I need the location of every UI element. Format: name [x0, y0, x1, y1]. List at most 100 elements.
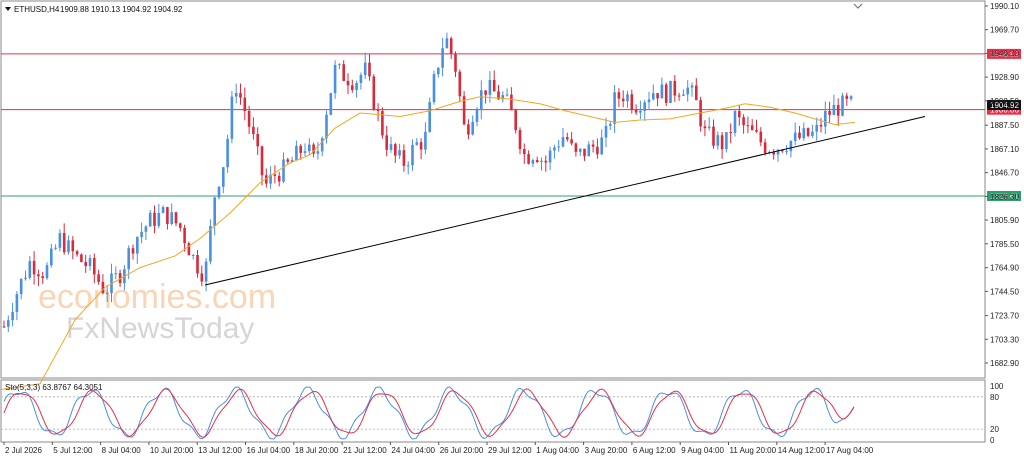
candle-body — [41, 276, 44, 279]
time-tick-label: 24 Jul 04:00 — [391, 446, 435, 455]
candle-body — [609, 123, 612, 126]
candle-body — [763, 142, 767, 153]
candle-body — [832, 104, 836, 115]
candle-body — [157, 212, 161, 226]
candle-body — [514, 110, 517, 131]
candle-body — [634, 109, 638, 113]
candle-body — [682, 94, 685, 96]
candle-body — [58, 233, 62, 248]
candle-body — [389, 144, 393, 150]
candle-body — [406, 165, 410, 167]
candle-body — [299, 145, 302, 153]
candle-body — [372, 76, 376, 110]
candle-body — [690, 85, 694, 88]
candle-body — [338, 64, 341, 66]
candle-body — [19, 278, 23, 295]
candle-body — [492, 79, 496, 92]
candle-body — [230, 96, 234, 139]
candle-body — [574, 143, 578, 152]
price-tick-label: 1928.90 — [990, 73, 1019, 82]
price-tick-label: 1764.90 — [990, 264, 1019, 273]
candle-body — [475, 110, 479, 122]
time-tick-label: 8 Jul 04:00 — [102, 446, 142, 455]
candle-body — [363, 62, 367, 75]
candle-body — [652, 93, 655, 100]
candle-body — [2, 326, 6, 328]
candle-body — [136, 237, 139, 254]
candle-body — [548, 150, 552, 163]
candle-body — [789, 140, 793, 152]
stochastic-panel[interactable] — [0, 379, 986, 443]
candle-body — [67, 240, 70, 253]
candle-body — [561, 137, 565, 147]
candle-body — [738, 111, 741, 118]
candle-body — [703, 126, 707, 129]
candle-body — [570, 139, 573, 144]
price-tick-label: 1723.70 — [990, 312, 1019, 321]
candle-body — [806, 128, 810, 136]
symbol-label: ETHUSD,H4 — [14, 5, 60, 14]
candle-body — [613, 92, 616, 124]
price-tick-label: 1969.70 — [990, 26, 1019, 35]
candle-body — [716, 135, 720, 146]
candle-body — [277, 175, 281, 182]
candle-body — [845, 95, 849, 99]
candle-body — [385, 135, 388, 150]
time-tick-label: 3 Aug 20:00 — [585, 446, 628, 455]
candle-body — [725, 132, 728, 150]
time-tick-label: 21 Jul 12:00 — [343, 446, 387, 455]
candle-body — [445, 38, 449, 49]
candle-body — [437, 67, 440, 75]
candle-body — [105, 293, 109, 295]
candle-body — [535, 160, 539, 163]
candle-body — [647, 99, 651, 103]
candle-body — [566, 137, 569, 140]
candle-body — [88, 258, 92, 267]
candle-body — [415, 142, 419, 145]
candle-body — [458, 71, 462, 97]
candle-body — [71, 240, 75, 252]
candle-body — [424, 131, 427, 150]
price-tick-label: 1846.70 — [990, 169, 1019, 178]
candle-body — [686, 87, 689, 95]
candle-body — [729, 132, 732, 134]
candle-body — [243, 97, 247, 111]
candle-body — [578, 148, 582, 152]
stochastic-tick-label: 20 — [990, 425, 999, 434]
candle-body — [260, 146, 264, 176]
candle-body — [793, 132, 797, 141]
candle-body — [7, 320, 10, 327]
candle-body — [755, 130, 758, 132]
candle-body — [849, 96, 853, 99]
time-tick-label: 10 Jul 20:00 — [150, 446, 194, 455]
candle-body — [471, 121, 474, 135]
chart-canvas[interactable]: economies.com FxNewsToday 1948.891900.88… — [0, 0, 1024, 461]
candle-body — [712, 126, 715, 146]
candle-body — [11, 311, 14, 321]
candle-body — [75, 251, 79, 255]
candle-body — [419, 142, 423, 150]
stochastic-label: Sto(5,3,3) 63.8767 64.3051 — [5, 383, 103, 392]
candle-body — [600, 137, 603, 155]
candle-body — [449, 38, 453, 54]
candle-body — [84, 261, 87, 267]
candle-body — [531, 160, 535, 164]
candle-body — [583, 148, 586, 157]
candle-body — [785, 151, 788, 153]
candle-body — [587, 144, 591, 157]
ohlc-label: 1909.88 1910.13 1904.92 1904.92 — [60, 5, 183, 14]
candle-body — [720, 135, 724, 150]
candle-body — [200, 273, 204, 282]
candle-body — [153, 212, 156, 226]
price-tick-label: 1867.10 — [990, 145, 1019, 154]
price-tick-label: 1887.50 — [990, 121, 1019, 130]
stochastic-axis: 100 80 20 0 — [990, 382, 1004, 445]
time-tick-label: 26 Jul 20:00 — [440, 446, 484, 455]
watermark-economies: economies.com — [38, 278, 276, 316]
candle-body — [37, 274, 40, 277]
candle-body — [54, 247, 57, 249]
candle-body — [80, 254, 83, 262]
candle-body — [97, 274, 100, 282]
candle-body — [351, 85, 354, 90]
candle-body — [174, 212, 178, 224]
